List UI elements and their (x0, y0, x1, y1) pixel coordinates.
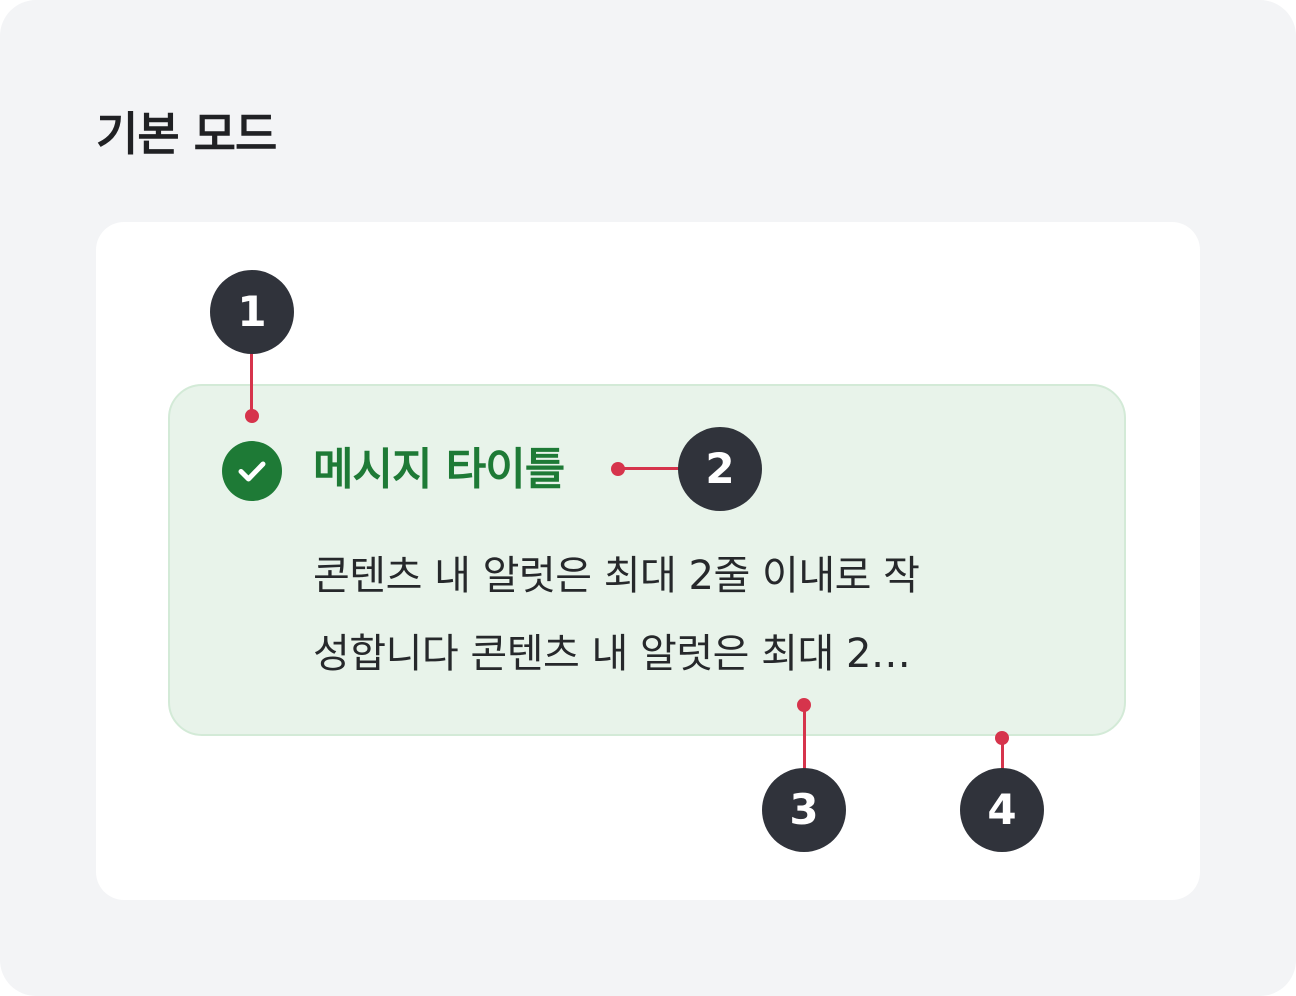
callout-2-connector (618, 467, 680, 470)
callout-2-badge: 2 (678, 427, 762, 511)
callout-3-badge: 3 (762, 768, 846, 852)
callout-1-badge: 1 (210, 270, 294, 354)
callout-1-connector (250, 352, 253, 416)
alert-body: 콘텐츠 내 알럿은 최대 2줄 이내로 작 성합니다 콘텐츠 내 알럿은 최대 … (313, 537, 1053, 693)
callout-4-badge: 4 (960, 768, 1044, 852)
check-circle-icon (222, 441, 282, 501)
callout-1-dot (245, 409, 259, 423)
alert-body-line: 성합니다 콘텐츠 내 알럿은 최대 2… (313, 631, 911, 677)
callout-4-dot (995, 731, 1009, 745)
alert-body-line: 콘텐츠 내 알럿은 최대 2줄 이내로 작 (313, 553, 920, 599)
section-title: 기본 모드 (96, 107, 277, 161)
callout-3-connector (803, 705, 806, 769)
callout-2-dot (611, 462, 625, 476)
alert-title: 메시지 타이틀 (313, 444, 565, 495)
callout-3-dot (797, 698, 811, 712)
